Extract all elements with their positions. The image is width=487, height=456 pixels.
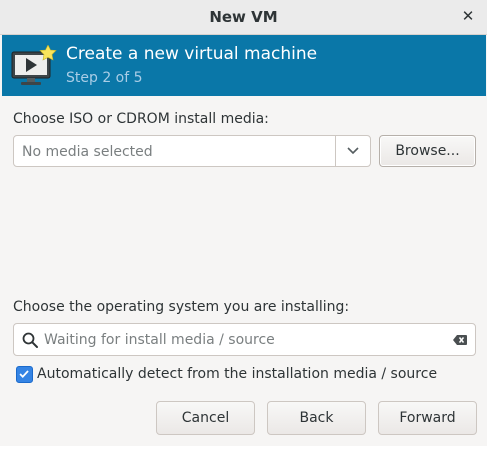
os-search-field[interactable] <box>13 323 476 356</box>
os-search-input[interactable] <box>44 330 439 350</box>
step-indicator: Step 2 of 5 <box>66 70 143 86</box>
os-label: Choose the operating system you are inst… <box>13 299 350 315</box>
autodetect-label[interactable]: Automatically detect from the installati… <box>37 366 437 382</box>
back-button[interactable]: Back <box>267 401 366 435</box>
checkmark-icon <box>19 370 29 378</box>
close-button[interactable]: ✕ <box>457 6 479 28</box>
new-vm-dialog: New VM ✕ Create a new virtual machine St… <box>0 0 487 456</box>
install-media-combo[interactable]: No media selected <box>13 135 371 167</box>
window-bottom-edge <box>0 446 487 456</box>
search-icon <box>22 332 38 348</box>
cancel-button[interactable]: Cancel <box>156 401 255 435</box>
window-title: New VM <box>209 8 278 26</box>
close-icon: ✕ <box>461 7 475 25</box>
autodetect-checkbox[interactable] <box>16 366 33 383</box>
install-media-label: Choose ISO or CDROM install media: <box>13 111 269 127</box>
forward-button[interactable]: Forward <box>378 401 477 435</box>
title-bar: New VM ✕ <box>0 0 487 35</box>
banner-title: Create a new virtual machine <box>66 44 318 64</box>
browse-button[interactable]: Browse... <box>379 135 476 167</box>
install-media-value: No media selected <box>22 144 153 160</box>
chevron-down-icon[interactable] <box>336 136 370 166</box>
vm-monitor-icon <box>11 45 57 85</box>
wizard-banner: Create a new virtual machine Step 2 of 5 <box>2 35 486 96</box>
clear-icon[interactable] <box>452 332 468 348</box>
